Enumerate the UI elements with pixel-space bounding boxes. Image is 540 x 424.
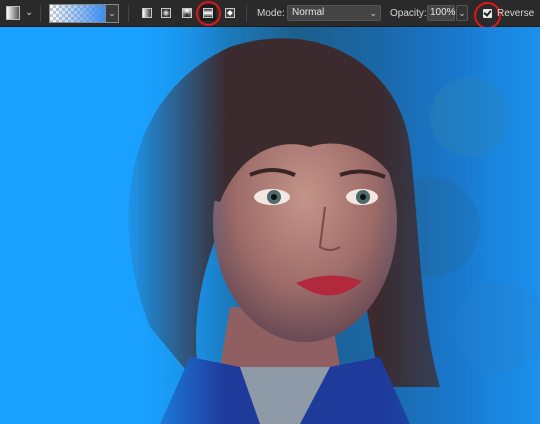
- reverse-label: Reverse: [497, 8, 535, 19]
- linear-gradient-button[interactable]: [139, 5, 155, 21]
- mode-value: Normal: [292, 7, 325, 18]
- diamond-gradient-button[interactable]: [222, 5, 238, 21]
- portrait-photo: [0, 27, 540, 424]
- gradient-tool-preset-icon[interactable]: [4, 4, 26, 23]
- chevron-down-icon[interactable]: ⌄: [25, 8, 33, 18]
- opacity-label: Opacity:: [390, 8, 427, 19]
- angle-gradient-button[interactable]: [179, 5, 195, 21]
- highlight-ring: [196, 1, 221, 26]
- document-canvas[interactable]: [0, 27, 540, 424]
- gradient-preview-swatch[interactable]: [49, 4, 106, 23]
- opacity-input[interactable]: 100%: [427, 5, 456, 21]
- mode-label: Mode:: [257, 8, 285, 19]
- divider: [40, 5, 41, 22]
- gradient-picker-dropdown[interactable]: ⌄: [106, 4, 119, 23]
- divider: [246, 5, 247, 22]
- radial-gradient-button[interactable]: [158, 5, 174, 21]
- opacity-dropdown[interactable]: ⌄: [456, 5, 468, 21]
- divider: [128, 5, 129, 22]
- options-bar: ⌄ ⌄ Mode: Normal ⌄ Opacity: 100% ⌄ Rever…: [0, 0, 540, 29]
- mode-select[interactable]: Normal ⌄: [287, 5, 381, 21]
- chevron-down-icon: ⌄: [369, 8, 377, 18]
- opacity-value: 100%: [430, 7, 456, 18]
